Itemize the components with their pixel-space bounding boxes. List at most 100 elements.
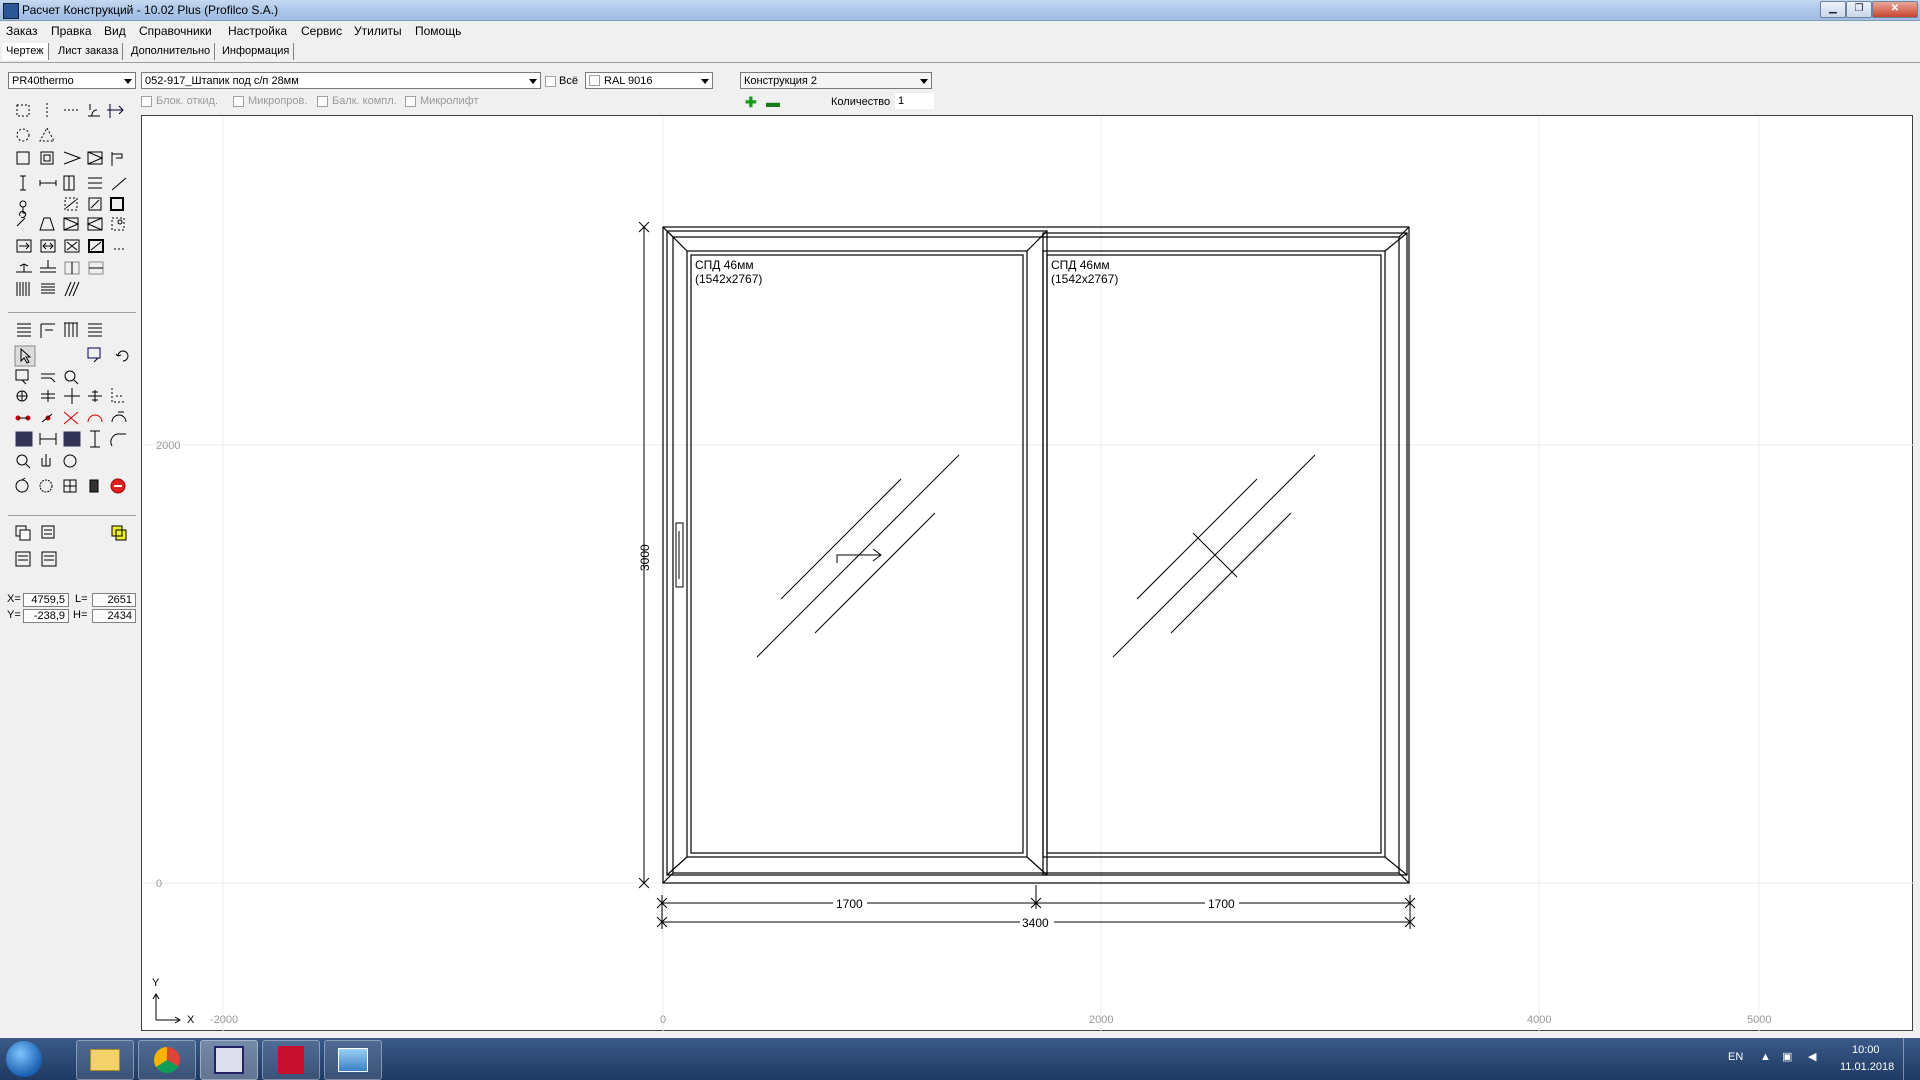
arc-radius-icon [111, 411, 127, 423]
sash-right-label: СПД 46мм [1051, 258, 1110, 272]
option-label-3: Балк. компл. [332, 95, 397, 107]
construction-value: Конструкция 2 [744, 75, 818, 87]
hand-rotate-icon [63, 454, 77, 468]
toolbox-separator [8, 312, 136, 313]
axis-indicator [152, 993, 181, 1024]
x-value: 4759,5 [23, 593, 69, 607]
frame-sash-icon [40, 151, 54, 165]
sill-icon [40, 260, 56, 273]
tray-language[interactable]: EN [1728, 1051, 1743, 1063]
tab-additional[interactable]: Дополнительно [127, 43, 216, 60]
triangle-frame-icon [87, 151, 104, 165]
quantity-input[interactable]: 1 [895, 93, 934, 109]
tab-order-sheet[interactable]: Лист заказа [54, 43, 124, 60]
split-icon [41, 390, 55, 402]
menu-settings[interactable]: Настройка [228, 24, 287, 38]
dim-left-width: 1700 [836, 897, 863, 911]
menu-order[interactable]: Заказ [6, 24, 37, 38]
all-checkbox[interactable] [545, 76, 556, 87]
slanted-lines-icon [64, 281, 80, 297]
trapeze-icon [39, 217, 55, 231]
option-checkbox-1[interactable] [141, 96, 152, 107]
folder-icon [90, 1049, 120, 1071]
menu-view[interactable]: Вид [104, 24, 126, 38]
menu-service[interactable]: Сервис [301, 24, 342, 38]
taskbar-acrobat[interactable] [262, 1040, 320, 1080]
drawing-canvas[interactable]: -2000 0 2000 4000 5000 2000 0 Y X СПД 46… [141, 115, 1914, 1032]
volume-icon[interactable]: ◀ [1808, 1050, 1816, 1063]
report-icon [15, 551, 31, 567]
taskbar-photos[interactable] [324, 1040, 382, 1080]
dim-height: 3000 [638, 544, 652, 571]
app-icon [3, 3, 19, 19]
pdf-icon [278, 1046, 304, 1074]
tab-bar: Чертеж Лист заказа Дополнительно Информа… [0, 42, 1920, 63]
taskbar-explorer[interactable] [76, 1040, 134, 1080]
menu-help[interactable]: Помощь [415, 24, 461, 38]
network-icon[interactable]: ▣ [1782, 1050, 1792, 1063]
grid-y-label: 2000 [156, 440, 180, 452]
glazing-bead-select[interactable]: 052-917_Штапик под с/п 28мм [141, 72, 541, 89]
grid-x-label: 0 [660, 1014, 666, 1026]
right-sash [1042, 232, 1408, 876]
taskbar-chrome[interactable] [138, 1040, 196, 1080]
h-label: H= [73, 609, 88, 621]
menu-edit[interactable]: Правка [51, 24, 92, 38]
horizontal-mullion-icon [39, 180, 57, 186]
option-label-2: Микропров. [248, 95, 308, 107]
taskbar-app-active[interactable] [200, 1040, 258, 1080]
zoom-window-icon [87, 347, 101, 359]
delete-point-icon [63, 411, 79, 425]
color-select[interactable]: RAL 9016 [585, 72, 713, 89]
right-glass-marks [1112, 454, 1316, 658]
layers-icon [17, 323, 31, 337]
menu-references[interactable]: Справочники [139, 24, 212, 38]
rectangle-frame-icon [16, 151, 30, 165]
chevron-down-icon [701, 79, 709, 84]
arc-point-icon [87, 414, 103, 423]
profile-system-select[interactable]: PR40thermo [8, 72, 136, 89]
move-tool-icon [107, 104, 124, 118]
grid-x-label: 2000 [1089, 1014, 1113, 1026]
dim-total-width: 3400 [1022, 916, 1049, 930]
tab-info[interactable]: Информация [218, 43, 295, 60]
window-frame [662, 226, 1410, 884]
picture-icon [338, 1048, 368, 1072]
order-list-icon [41, 551, 57, 567]
dim-v-icon [90, 430, 100, 448]
menu-bar: Заказ Правка Вид Справочники Настройка С… [0, 21, 1920, 41]
tab-drawing[interactable]: Чертеж [2, 43, 49, 60]
menu-utilities[interactable]: Утилиты [354, 24, 402, 38]
maximize-button[interactable]: ❐ [1846, 1, 1872, 18]
sash-left-size: (1542x2767) [695, 272, 762, 286]
quantity-label: Количество [831, 96, 891, 108]
option-checkbox-4[interactable] [405, 96, 416, 107]
grid-y-label: 0 [156, 878, 162, 890]
close-button[interactable]: ✕ [1872, 1, 1918, 18]
x-label: X= [7, 593, 21, 605]
tray-expand-icon[interactable]: ▲ [1760, 1051, 1771, 1063]
grid-x-label: -2000 [210, 1014, 238, 1026]
diagonal-icon [111, 177, 127, 191]
dim-arc-icon [110, 433, 126, 447]
transom-icon [88, 177, 102, 189]
pan-hand-icon [41, 454, 51, 467]
add-construction-icon[interactable]: ✚ [745, 94, 757, 111]
show-desktop-button[interactable] [1903, 1038, 1919, 1080]
axis-x-label: X [187, 1014, 195, 1026]
mullion-cross-icon [88, 390, 102, 402]
taskbar: EN ▲ ▣ ◀ 10:00 11.01.2018 [0, 1038, 1920, 1080]
glazing-bead-value: 052-917_Штапик под с/п 28мм [145, 75, 299, 87]
tray-date: 11.01.2018 [1840, 1061, 1895, 1073]
remove-construction-icon[interactable]: ▬ [766, 94, 780, 110]
zoom-icon [16, 454, 28, 466]
construction-select[interactable]: Конструкция 2 [740, 72, 932, 89]
start-button[interactable] [6, 1041, 42, 1077]
minimize-button[interactable]: ▁ [1820, 1, 1846, 18]
l-label: L= [75, 593, 88, 605]
option-checkbox-2[interactable] [233, 96, 244, 107]
triangle-guide-icon [39, 126, 55, 142]
option-checkbox-3[interactable] [317, 96, 328, 107]
key-tool-icon [16, 210, 27, 227]
dim-h-icon [39, 433, 57, 445]
